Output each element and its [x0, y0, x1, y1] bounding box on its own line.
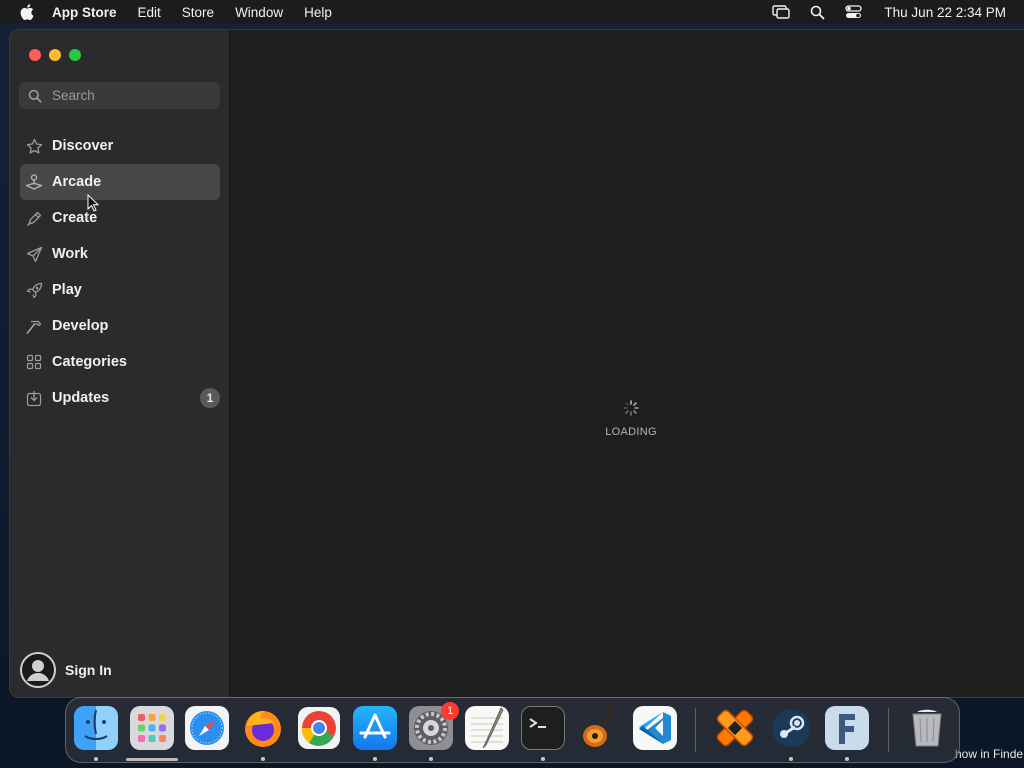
running-indicator [789, 757, 793, 761]
grid-icon [25, 353, 43, 371]
sidebar-item-play[interactable]: Play [20, 272, 220, 308]
zoom-window-button[interactable] [69, 49, 81, 61]
minimize-window-button[interactable] [49, 49, 61, 61]
search-icon [28, 88, 44, 104]
download-tray-icon [25, 389, 43, 407]
menu-store[interactable]: Store [182, 5, 214, 20]
trash-icon[interactable] [905, 706, 949, 750]
running-indicator [429, 757, 433, 761]
sidebar-item-label: Work [52, 246, 88, 262]
running-indicator [845, 757, 849, 761]
mouse-cursor-icon [87, 194, 99, 212]
sign-in-button[interactable]: Sign In [20, 652, 112, 688]
sidebar-item-work[interactable]: Work [20, 236, 220, 272]
menu-bar-clock[interactable]: Thu Jun 22 2:34 PM [884, 5, 1006, 20]
hammer-icon [25, 317, 43, 335]
app-store-window: Discover Arcade Create Work [9, 29, 1024, 698]
sidebar-item-label: Updates [52, 390, 110, 406]
garageband-app-icon[interactable] [577, 706, 621, 750]
launchpad-app-icon[interactable] [130, 706, 174, 750]
star-icon [25, 137, 43, 155]
running-indicator [541, 757, 545, 761]
sidebar-item-label: Categories [52, 354, 127, 370]
sidebar-item-label: Create [52, 210, 98, 226]
fontforge-app-icon[interactable] [825, 706, 869, 750]
loading-label: LOADING [605, 426, 657, 438]
window-controls [29, 49, 81, 61]
menu-help[interactable]: Help [304, 5, 332, 20]
app-store-app-icon[interactable] [353, 706, 397, 750]
menu-edit[interactable]: Edit [138, 5, 161, 20]
joystick-icon [25, 173, 43, 191]
menu-app-name[interactable]: App Store [52, 5, 117, 20]
steam-app-icon[interactable] [769, 706, 813, 750]
menu-bar: App Store Edit Store Window Help Thu Jun… [0, 0, 1024, 24]
sidebar-item-create[interactable]: Create [20, 200, 220, 236]
sidebar-item-discover[interactable]: Discover [20, 128, 220, 164]
sidebar-item-label: Play [52, 282, 82, 298]
rocket-icon [25, 281, 43, 299]
control-center-icon[interactable] [844, 4, 862, 20]
spinner-icon [623, 400, 639, 416]
paper-plane-icon [25, 245, 43, 263]
terminal-app-icon[interactable] [521, 706, 565, 750]
close-window-button[interactable] [29, 49, 41, 61]
dock: 1 [65, 697, 960, 763]
main-content: LOADING [231, 30, 1024, 697]
sign-in-label: Sign In [65, 662, 112, 678]
updates-count-badge: 1 [200, 388, 220, 408]
safari-app-icon[interactable] [185, 706, 229, 750]
brush-icon [25, 209, 43, 227]
system-settings-badge: 1 [441, 702, 459, 720]
sidebar-item-label: Develop [52, 318, 109, 334]
sidebar-item-label: Discover [52, 138, 114, 154]
sidebar-item-updates[interactable]: Updates 1 [20, 380, 220, 416]
chrome-app-icon[interactable] [297, 706, 341, 750]
spotlight-search-icon[interactable] [808, 4, 826, 20]
dock-separator [888, 708, 889, 752]
sidebar-nav: Discover Arcade Create Work Play Develop… [20, 128, 220, 416]
sidebar-item-label: Arcade [52, 174, 102, 190]
sidebar-item-categories[interactable]: Categories [20, 344, 220, 380]
launchpad-active-bar [126, 758, 178, 761]
firefox-app-icon[interactable] [241, 706, 285, 750]
avatar-icon [20, 652, 56, 688]
sidebar-item-develop[interactable]: Develop [20, 308, 220, 344]
finder-tooltip: how in Finde [955, 747, 1024, 761]
textedit-app-icon[interactable] [465, 706, 509, 750]
search-input[interactable] [52, 88, 202, 103]
running-indicator [373, 757, 377, 761]
vscode-app-icon[interactable] [633, 706, 677, 750]
menu-bar-status: Thu Jun 22 2:34 PM [772, 0, 1006, 24]
menu-window[interactable]: Window [235, 5, 283, 20]
apple-menu-icon[interactable] [20, 4, 34, 20]
finder-app-icon[interactable] [74, 706, 118, 750]
sidebar-item-arcade[interactable]: Arcade [20, 164, 220, 200]
dock-separator [695, 708, 696, 752]
loading-indicator: LOADING [601, 399, 661, 438]
screen-mirroring-icon[interactable] [772, 4, 791, 20]
search-field[interactable] [19, 82, 220, 109]
running-indicator [94, 757, 98, 761]
sidebar: Discover Arcade Create Work [10, 30, 230, 697]
running-indicator [261, 757, 265, 761]
crossover-app-icon[interactable] [713, 706, 757, 750]
